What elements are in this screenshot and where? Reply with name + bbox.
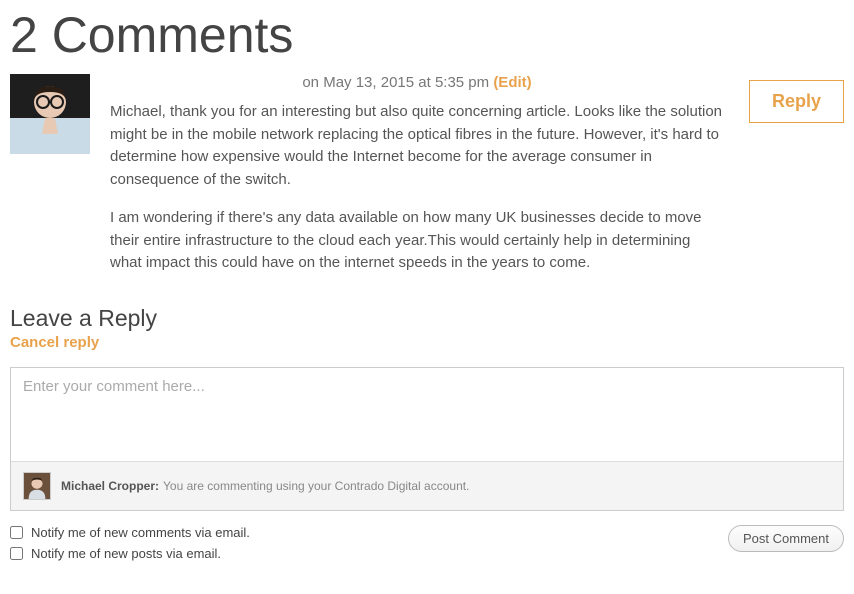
- reply-button[interactable]: Reply: [749, 80, 844, 123]
- post-comment-button[interactable]: Post Comment: [728, 525, 844, 552]
- notify-comments-row[interactable]: Notify me of new comments via email.: [10, 525, 250, 540]
- comment-paragraph: I am wondering if there's any data avail…: [110, 207, 724, 275]
- comment-meta: on May 13, 2015 at 5:35 pm (Edit): [110, 74, 724, 91]
- comment-date: May 13, 2015 at 5:35 pm: [323, 74, 489, 91]
- notify-posts-label: Notify me of new posts via email.: [31, 546, 221, 561]
- notify-comments-label: Notify me of new comments via email.: [31, 525, 250, 540]
- notify-comments-checkbox[interactable]: [10, 526, 23, 539]
- comment-body: on May 13, 2015 at 5:35 pm (Edit) Michae…: [110, 74, 844, 275]
- cancel-reply-link[interactable]: Cancel reply: [10, 334, 99, 351]
- identity-text: You are commenting using your Contrado D…: [163, 479, 469, 493]
- form-footer: Notify me of new comments via email. Not…: [10, 525, 844, 567]
- identity-bar: Michael Cropper: You are commenting usin…: [11, 461, 843, 510]
- edit-link[interactable]: (Edit): [493, 74, 531, 91]
- comment: Reply on May 13, 2015 at 5:35 pm (Edit) …: [10, 74, 844, 275]
- notification-options: Notify me of new comments via email. Not…: [10, 525, 250, 567]
- meta-prefix: on: [302, 74, 323, 91]
- comments-title: 2 Comments: [10, 6, 844, 64]
- comment-paragraph: Michael, thank you for an interesting bu…: [110, 101, 724, 191]
- notify-posts-checkbox[interactable]: [10, 547, 23, 560]
- leave-reply-heading: Leave a Reply: [10, 305, 844, 332]
- user-avatar: [23, 472, 51, 500]
- comment-form: Michael Cropper: You are commenting usin…: [10, 367, 844, 511]
- commenter-avatar: [10, 74, 90, 154]
- identity-username: Michael Cropper:: [61, 479, 159, 493]
- notify-posts-row[interactable]: Notify me of new posts via email.: [10, 546, 250, 561]
- comment-textarea[interactable]: [11, 368, 843, 456]
